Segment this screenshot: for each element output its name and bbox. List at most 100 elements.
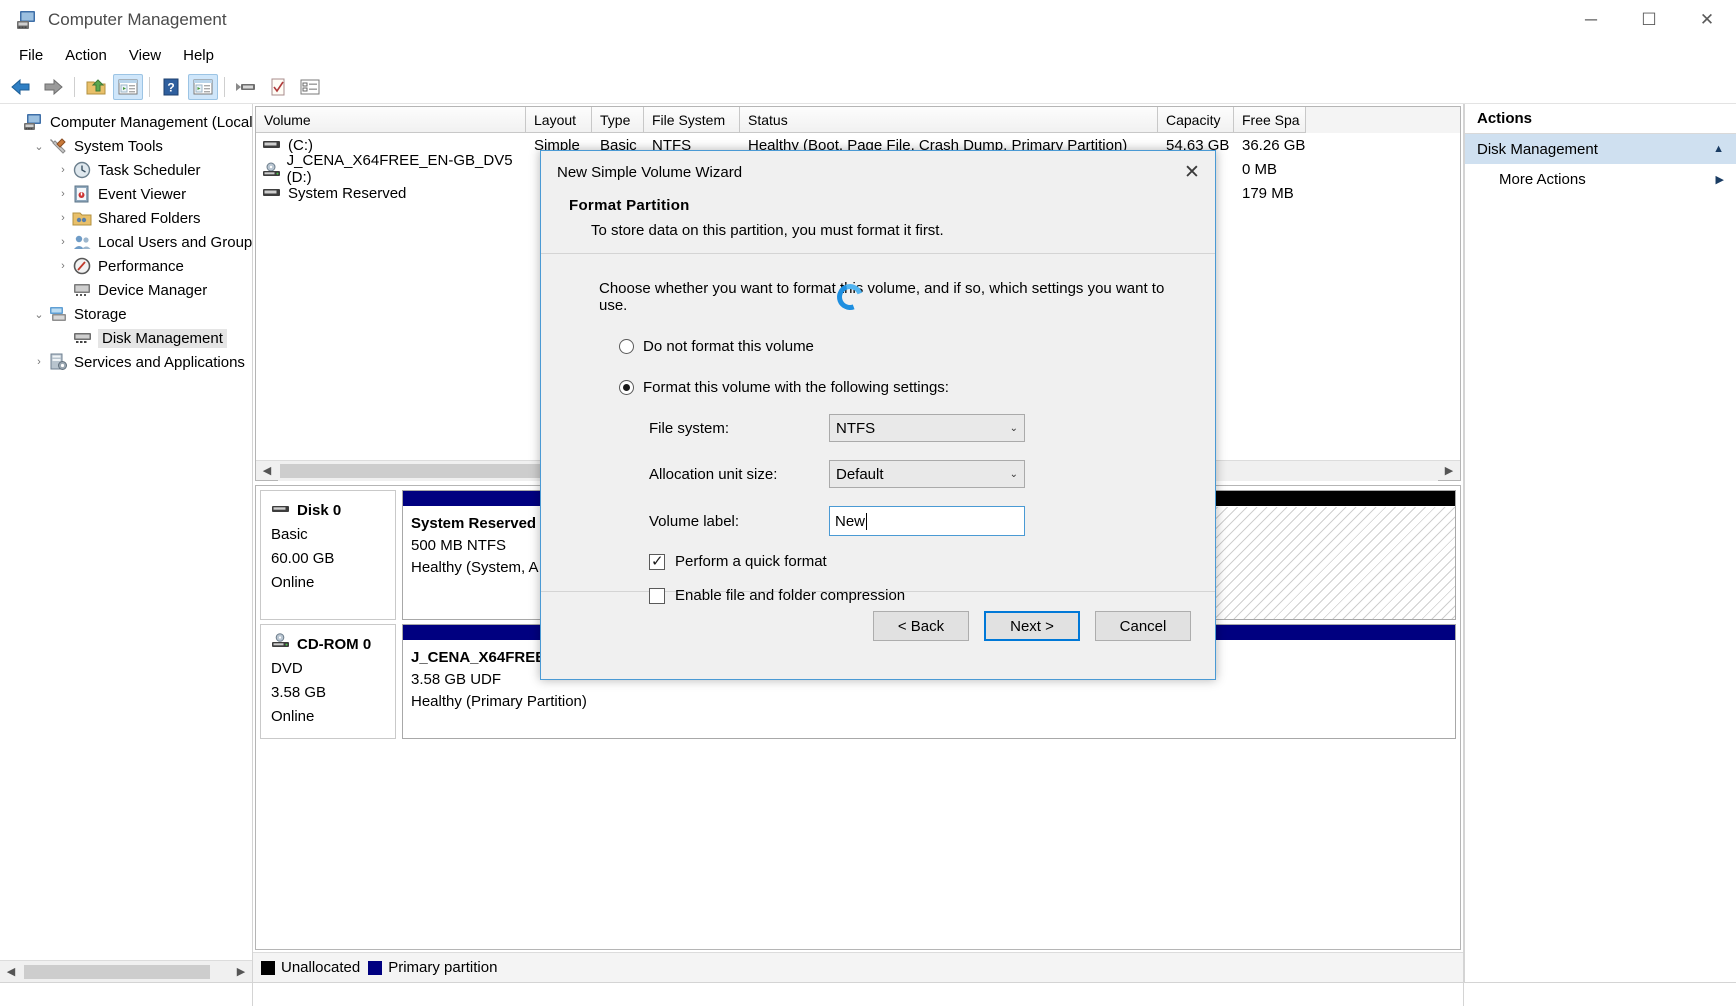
radio-format-with-settings[interactable]: Format this volume with the following se…: [619, 379, 1215, 396]
column-header-label: Volume: [264, 112, 311, 128]
chevron-right-icon: ▶: [1716, 173, 1724, 186]
column-header-label: File System: [652, 112, 725, 128]
menu-view[interactable]: View: [118, 43, 172, 68]
chevron-up-icon[interactable]: ▲: [1713, 143, 1724, 155]
cd-drive-icon: [262, 162, 283, 176]
disk-name-row: CD-ROM 0: [271, 633, 385, 657]
column-header-free-spa[interactable]: Free Spa: [1234, 107, 1306, 133]
allocation-unit-size-select[interactable]: Default ⌄: [829, 460, 1025, 488]
show-hide-action-pane-icon[interactable]: [188, 74, 218, 100]
checkbox-enable-compression[interactable]: Enable file and folder compression: [649, 587, 1215, 604]
dialog-titlebar: New Simple Volume Wizard ✕: [541, 151, 1215, 193]
volume-list-header: Volume LayoutType File System StatusCapacit…: [256, 107, 1460, 133]
sidebar-item-disk-management[interactable]: Disk Management: [0, 326, 252, 350]
checkbox-icon[interactable]: [649, 588, 665, 604]
close-icon[interactable]: ✕: [1169, 151, 1215, 193]
maximize-button[interactable]: ☐: [1620, 0, 1678, 40]
toolbar-separator: [74, 77, 75, 97]
scroll-right-icon[interactable]: ▶: [230, 962, 252, 982]
sidebar-item-task-scheduler[interactable]: ›Task Scheduler: [0, 158, 252, 182]
radio-button-icon[interactable]: [619, 339, 634, 354]
sidebar-item-label: Computer Management (Local: [50, 114, 252, 131]
checkbox-checked-icon[interactable]: [649, 554, 665, 570]
radio-do-not-format[interactable]: Do not format this volume: [619, 338, 1215, 355]
chevron-right-icon[interactable]: ›: [30, 356, 48, 368]
column-header-file-system[interactable]: File System: [644, 107, 740, 133]
legend-label: Primary partition: [388, 959, 497, 976]
scrollbar-thumb[interactable]: [24, 965, 210, 979]
list-view-icon[interactable]: [295, 74, 325, 100]
chevron-down-icon[interactable]: ⌄: [30, 140, 48, 153]
radio-label: Do not format this volume: [643, 338, 814, 355]
minimize-button[interactable]: ─: [1562, 0, 1620, 40]
column-header-type[interactable]: Type: [592, 107, 644, 133]
sidebar-item-computer-management-local[interactable]: Computer Management (Local: [0, 110, 252, 134]
column-header-volume[interactable]: Volume: [256, 107, 526, 133]
radio-button-selected-icon[interactable]: [619, 380, 634, 395]
sidebar-item-local-users-and-groups[interactable]: ›Local Users and Groups: [0, 230, 252, 254]
chevron-right-icon[interactable]: ›: [54, 188, 72, 200]
cancel-button[interactable]: Cancel: [1095, 611, 1191, 641]
disk-info-panel[interactable]: Disk 0Basic60.00 GBOnline: [260, 490, 396, 620]
chevron-right-icon[interactable]: ›: [54, 164, 72, 176]
close-button[interactable]: ✕: [1678, 0, 1736, 40]
statusbar: [0, 982, 1736, 1006]
scroll-left-icon[interactable]: ◀: [0, 962, 22, 982]
help-icon[interactable]: ?: [156, 74, 186, 100]
action-label: More Actions: [1499, 171, 1586, 188]
scrollbar-track[interactable]: [22, 962, 230, 982]
legend-entry: Unallocated: [261, 959, 360, 976]
file-system-select[interactable]: NTFS ⌄: [829, 414, 1025, 442]
chevron-right-icon[interactable]: ›: [54, 236, 72, 248]
sidebar-item-shared-folders[interactable]: ›Shared Folders: [0, 206, 252, 230]
menu-file[interactable]: File: [8, 43, 54, 68]
computer-management-icon: [16, 9, 38, 31]
column-header-status[interactable]: Status: [740, 107, 1158, 133]
back-button[interactable]: < Back: [873, 611, 969, 641]
column-header-capacity[interactable]: Capacity: [1158, 107, 1234, 133]
forward-arrow-icon[interactable]: [38, 74, 68, 100]
field-volume-label: Volume label: New: [649, 506, 1215, 536]
next-button[interactable]: Next >: [984, 611, 1080, 641]
sidebar-item-storage[interactable]: ⌄Storage: [0, 302, 252, 326]
disk-detail-line: 60.00 GB: [271, 547, 385, 571]
checkbox-perform-quick-format[interactable]: Perform a quick format: [649, 553, 1215, 570]
disk-info-panel[interactable]: CD-ROM 0DVD3.58 GBOnline: [260, 624, 396, 739]
disk-detail-line: Basic: [271, 523, 385, 547]
scroll-right-icon[interactable]: ▶: [1438, 461, 1460, 481]
sidebar-item-event-viewer[interactable]: ›Event Viewer: [0, 182, 252, 206]
sidebar-item-performance[interactable]: ›Performance: [0, 254, 252, 278]
chevron-down-icon[interactable]: ⌄: [30, 308, 48, 321]
sidebar-item-services-and-applications[interactable]: ›Services and Applications: [0, 350, 252, 374]
partition-detail: Healthy (Primary Partition): [411, 691, 1447, 713]
tree-horizontal-scrollbar[interactable]: ◀ ▶: [0, 960, 252, 982]
sidebar-item-device-manager[interactable]: Device Manager: [0, 278, 252, 302]
text-caret: [866, 513, 867, 530]
action-more-actions[interactable]: More Actions ▶: [1465, 164, 1736, 194]
shared-folders-icon: [72, 209, 92, 227]
volume-name: (C:): [288, 137, 313, 154]
chevron-right-icon[interactable]: ›: [54, 260, 72, 272]
properties-icon[interactable]: [263, 74, 293, 100]
column-header-layout[interactable]: Layout: [526, 107, 592, 133]
cell-free: 36.26 GB: [1234, 137, 1306, 154]
system-tools-icon: [48, 137, 68, 155]
input-value: New: [835, 513, 865, 530]
chevron-right-icon[interactable]: ›: [54, 212, 72, 224]
actions-group-disk-management[interactable]: Disk Management ▲: [1465, 134, 1736, 164]
rescan-disks-icon[interactable]: [231, 74, 261, 100]
disk-detail-line: 3.58 GB: [271, 681, 385, 705]
up-folder-icon[interactable]: [81, 74, 111, 100]
chevron-down-icon[interactable]: ⌄: [1010, 469, 1018, 480]
menu-help[interactable]: Help: [172, 43, 225, 68]
field-label: Volume label:: [649, 513, 829, 530]
chevron-down-icon[interactable]: ⌄: [1010, 423, 1018, 434]
menu-action[interactable]: Action: [54, 43, 118, 68]
sidebar-item-system-tools[interactable]: ⌄System Tools: [0, 134, 252, 158]
toolbar: ?: [0, 70, 1736, 104]
legend-swatch: [368, 961, 382, 975]
scroll-left-icon[interactable]: ◀: [256, 461, 278, 481]
show-hide-console-tree-icon[interactable]: [113, 74, 143, 100]
back-arrow-icon[interactable]: [6, 74, 36, 100]
volume-label-input[interactable]: New: [829, 506, 1025, 536]
